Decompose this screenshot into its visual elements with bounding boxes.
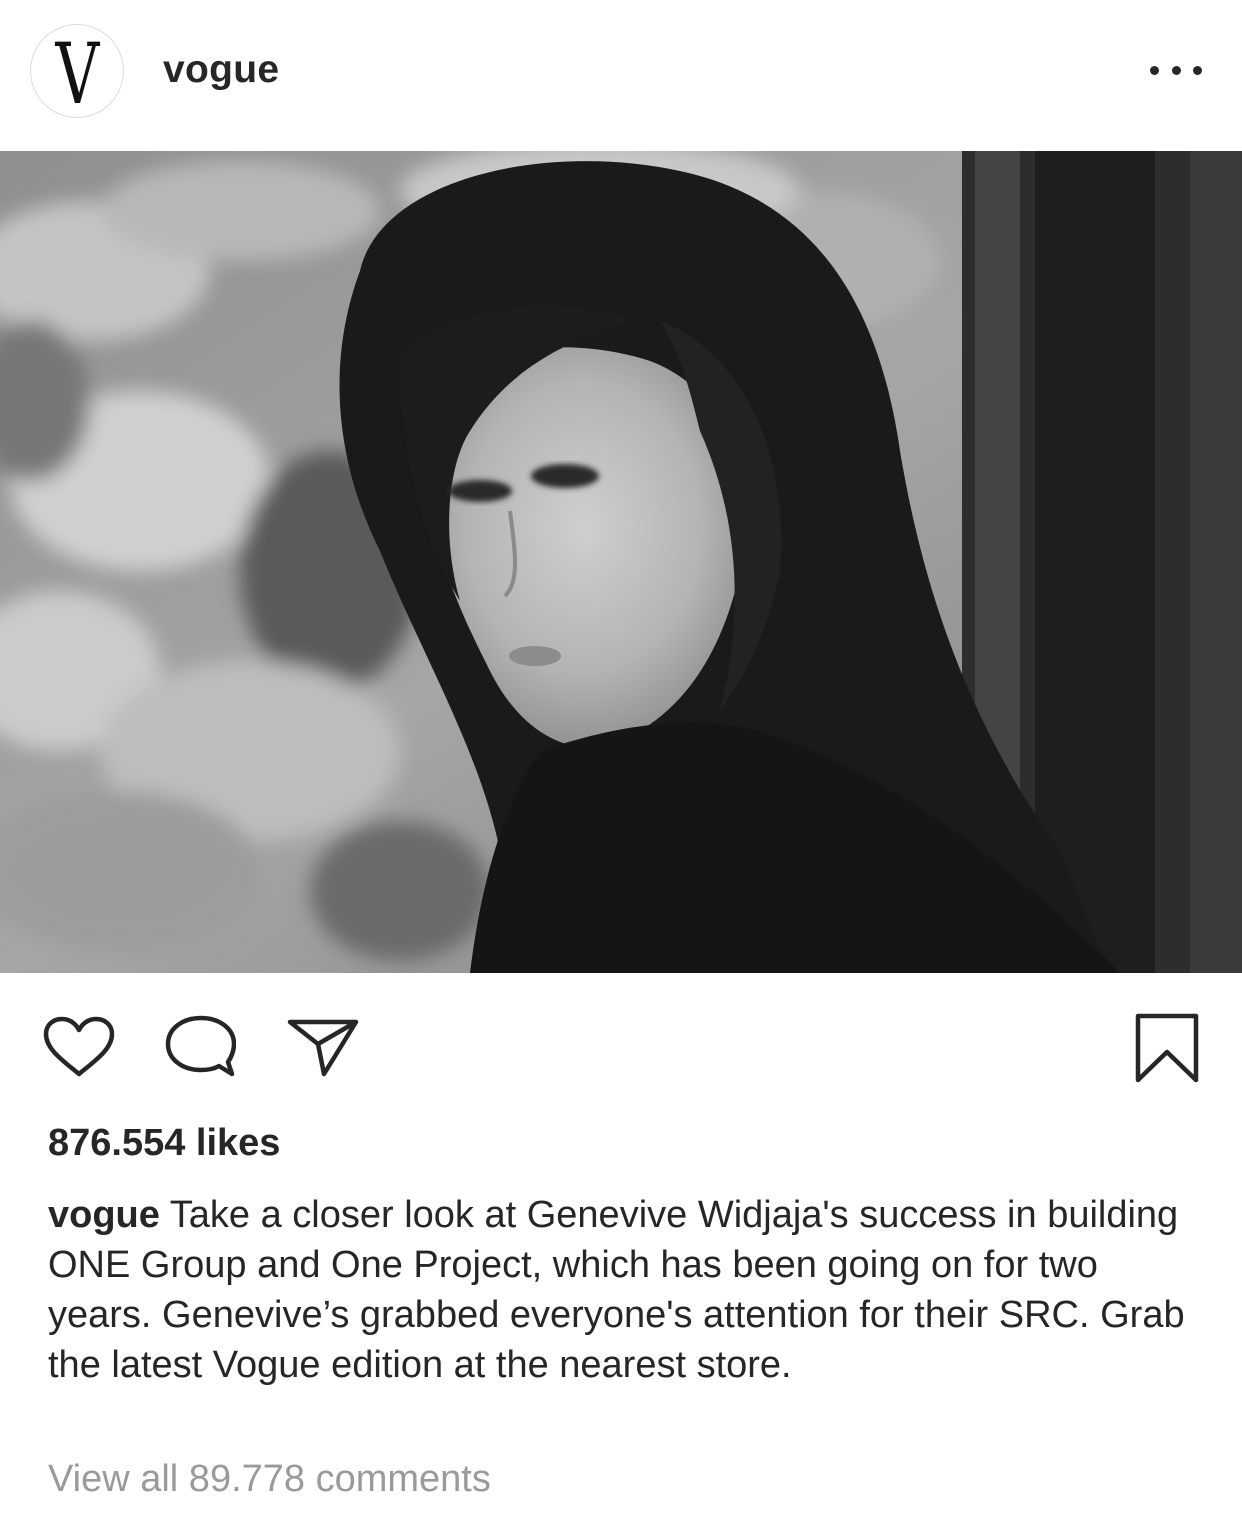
- heart-icon[interactable]: [42, 1016, 116, 1078]
- post-username[interactable]: vogue: [163, 48, 279, 92]
- profile-avatar[interactable]: V: [30, 24, 124, 118]
- vogue-logo-letter: V: [55, 25, 99, 118]
- caption-text: Take a closer look at Genevive Widjaja's…: [48, 1194, 1185, 1386]
- more-options-icon[interactable]: [1150, 58, 1202, 82]
- portrait-photo-illustration: [0, 151, 1242, 973]
- likes-count[interactable]: 876.554 likes: [48, 1122, 280, 1165]
- bookmark-icon[interactable]: [1134, 1012, 1200, 1084]
- send-icon[interactable]: [286, 1016, 360, 1078]
- post-photo[interactable]: [0, 151, 1242, 973]
- post-actions: [0, 1000, 1242, 1090]
- dot: [1193, 65, 1202, 75]
- view-comments-link[interactable]: View all 89.778 comments: [48, 1458, 491, 1501]
- post-caption: vogue Take a closer look at Genevive Wid…: [48, 1190, 1208, 1390]
- caption-username[interactable]: vogue: [48, 1194, 160, 1236]
- dot: [1150, 65, 1159, 75]
- dot: [1171, 65, 1181, 75]
- post-header: V vogue: [0, 0, 1242, 150]
- comment-icon[interactable]: [164, 1014, 236, 1080]
